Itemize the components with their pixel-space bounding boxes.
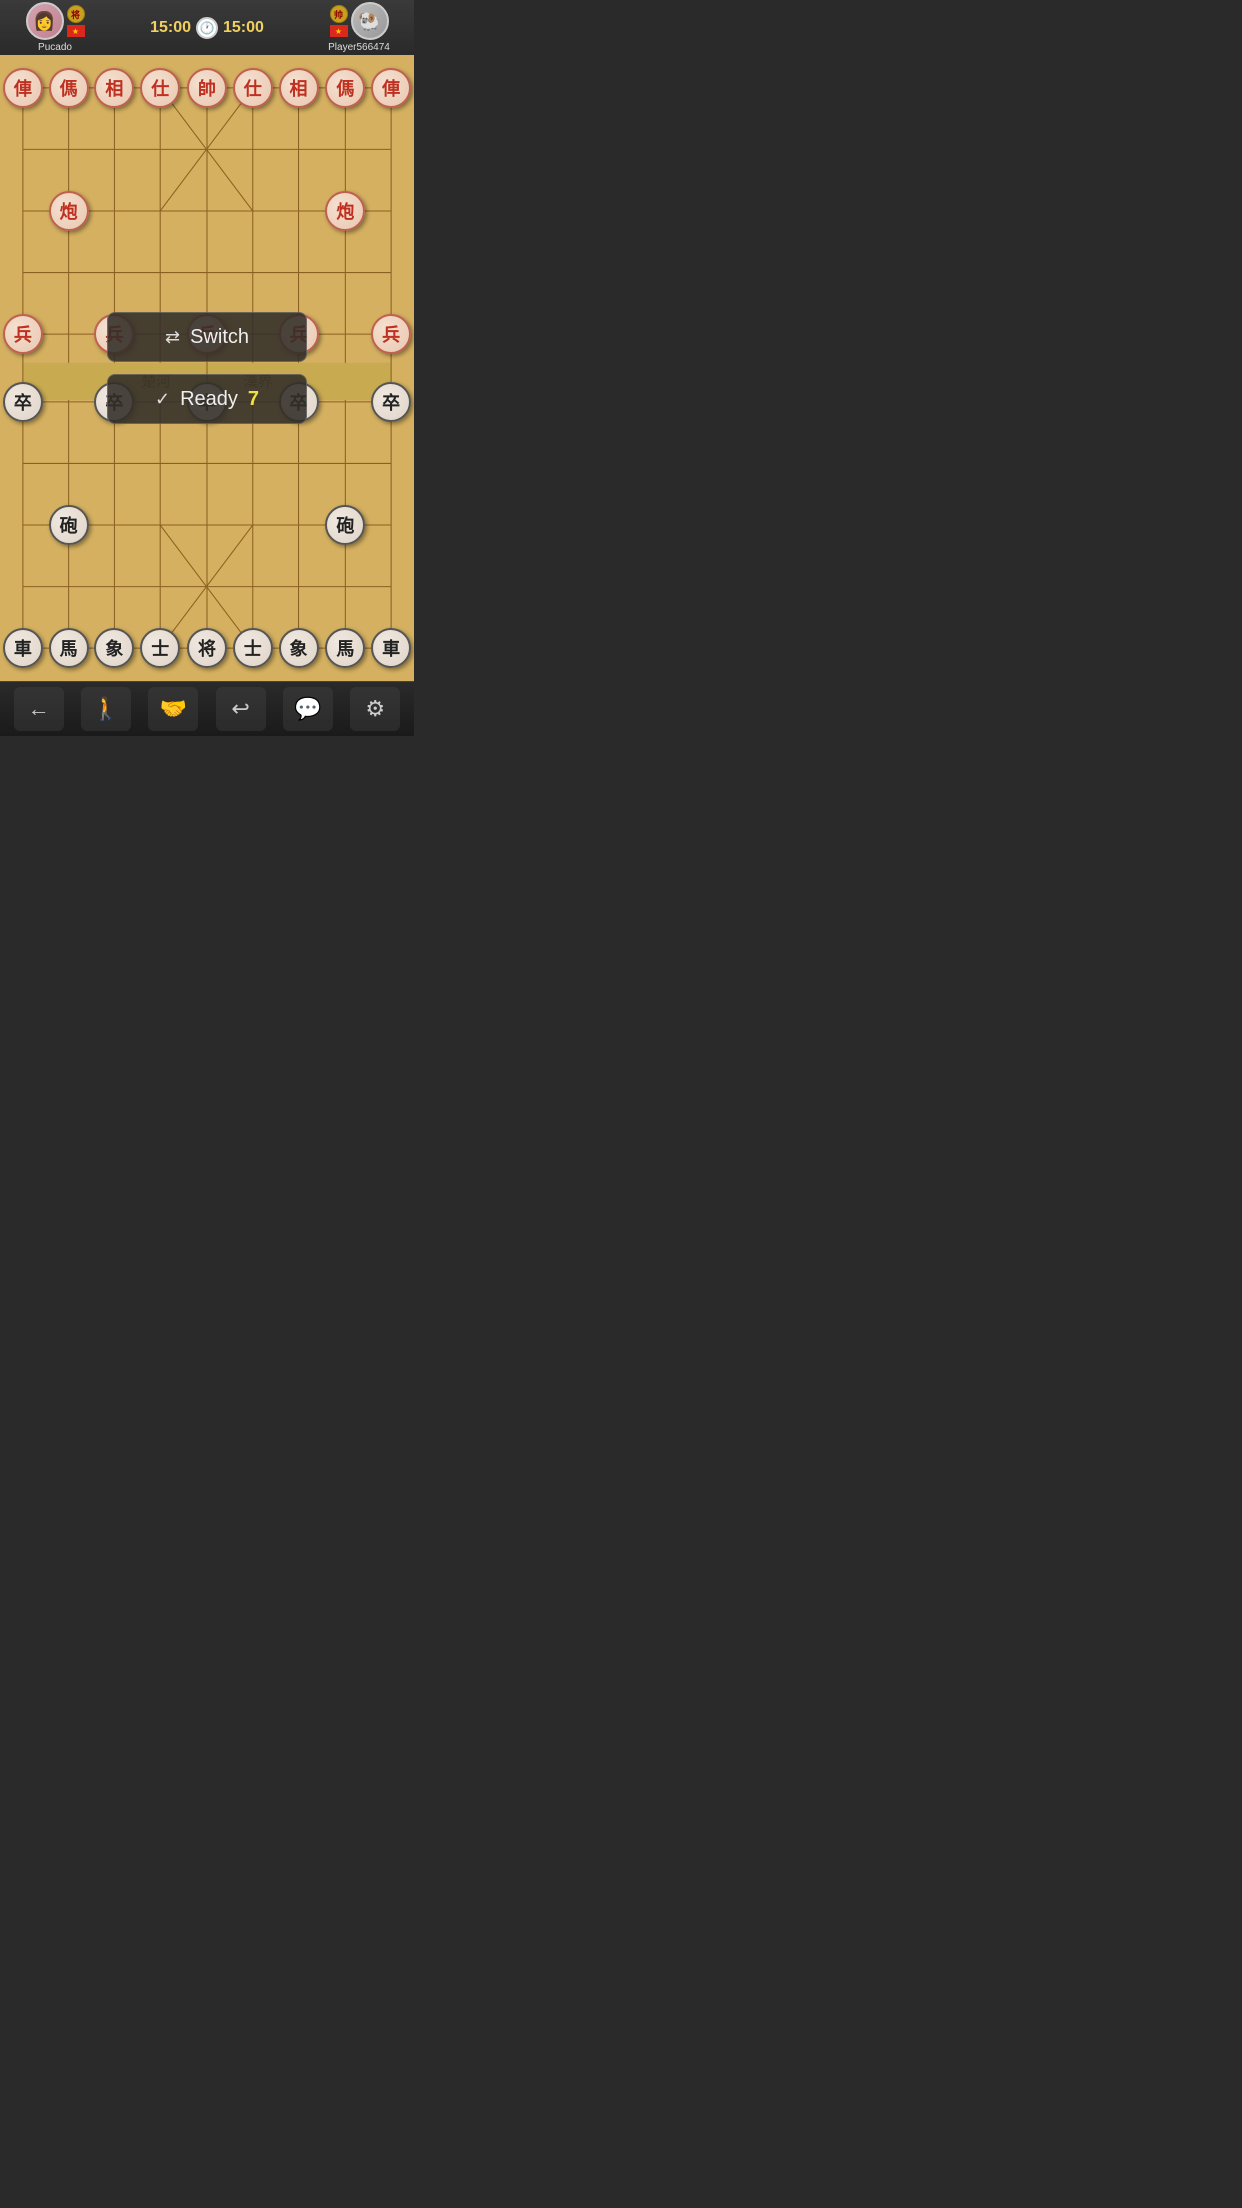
piece-red[interactable]: 炮 — [325, 191, 365, 231]
player-name-left: Pucado — [38, 42, 72, 53]
piece-black[interactable]: 馬 — [49, 628, 89, 668]
back-button[interactable]: ← — [14, 687, 64, 731]
piece-black[interactable]: 車 — [3, 628, 43, 668]
piece-black[interactable]: 馬 — [325, 628, 365, 668]
piece-red[interactable]: 帥 — [187, 68, 227, 108]
badge-right: 帅 — [330, 5, 348, 23]
piece-red[interactable]: 傌 — [325, 68, 365, 108]
settings-button[interactable]: ⚙ — [350, 687, 400, 731]
game-header: 👩 将 ★ Pucado 15:00 🕐 15:00 帅 ★ 🐏 Player5… — [0, 0, 414, 55]
piece-black[interactable]: 卒 — [3, 382, 43, 422]
piece-red[interactable]: 兵 — [3, 314, 43, 354]
piece-black[interactable]: 士 — [140, 628, 180, 668]
piece-red[interactable]: 仕 — [233, 68, 273, 108]
timer-section: 15:00 🕐 15:00 — [100, 17, 314, 39]
piece-black[interactable]: 砲 — [325, 505, 365, 545]
piece-red[interactable]: 俥 — [371, 68, 411, 108]
player-name-right: Player566474 — [328, 42, 390, 53]
bottom-bar: ← 🚶 🤝 ↩ 💬 ⚙ — [0, 681, 414, 736]
person-button[interactable]: 🚶 — [81, 687, 131, 731]
check-icon: ✓ — [155, 389, 170, 410]
badge-left: 将 — [67, 5, 85, 23]
player-left: 👩 将 ★ Pucado — [10, 2, 100, 53]
piece-red[interactable]: 仕 — [140, 68, 180, 108]
piece-red[interactable]: 俥 — [3, 68, 43, 108]
piece-red[interactable]: 相 — [279, 68, 319, 108]
piece-red[interactable]: 兵 — [371, 314, 411, 354]
undo-icon: ↩ — [231, 696, 249, 722]
settings-icon: ⚙ — [365, 696, 385, 722]
timer-right: 15:00 — [223, 19, 264, 37]
piece-black[interactable]: 砲 — [49, 505, 89, 545]
piece-red[interactable]: 相 — [94, 68, 134, 108]
timer-left: 15:00 — [150, 19, 191, 37]
handshake-button[interactable]: 🤝 — [148, 687, 198, 731]
flag-left: ★ — [67, 25, 85, 37]
player-right: 帅 ★ 🐏 Player566474 — [314, 2, 404, 53]
piece-black[interactable]: 車 — [371, 628, 411, 668]
board-wrapper: 楚河 漢界 俥傌相仕帥仕相傌俥炮炮兵兵 — [0, 55, 414, 681]
flag-right: ★ — [330, 25, 348, 37]
person-icon: 🚶 — [92, 696, 119, 722]
overlay-buttons: ⇄ Switch ✓ Ready 7 — [107, 312, 307, 424]
piece-black[interactable]: 将 — [187, 628, 227, 668]
switch-icon: ⇄ — [165, 327, 180, 348]
board-container: 楚河 漢界 俥傌相仕帥仕相傌俥炮炮兵兵 — [0, 55, 414, 681]
ready-label: Ready — [180, 388, 238, 411]
switch-button[interactable]: ⇄ Switch — [107, 312, 307, 362]
piece-red[interactable]: 炮 — [49, 191, 89, 231]
chat-icon: 💬 — [294, 696, 321, 722]
switch-label: Switch — [190, 326, 249, 349]
handshake-icon: 🤝 — [160, 696, 187, 722]
back-icon: ← — [28, 696, 50, 722]
avatar-right: 🐏 — [351, 2, 389, 40]
ready-button[interactable]: ✓ Ready 7 — [107, 374, 307, 424]
piece-red[interactable]: 傌 — [49, 68, 89, 108]
piece-black[interactable]: 士 — [233, 628, 273, 668]
clock-icon: 🕐 — [196, 17, 218, 39]
piece-black[interactable]: 卒 — [371, 382, 411, 422]
piece-black[interactable]: 象 — [94, 628, 134, 668]
undo-button[interactable]: ↩ — [216, 687, 266, 731]
avatar-left: 👩 — [26, 2, 64, 40]
chat-button[interactable]: 💬 — [283, 687, 333, 731]
piece-black[interactable]: 象 — [279, 628, 319, 668]
ready-count: 7 — [248, 388, 259, 411]
